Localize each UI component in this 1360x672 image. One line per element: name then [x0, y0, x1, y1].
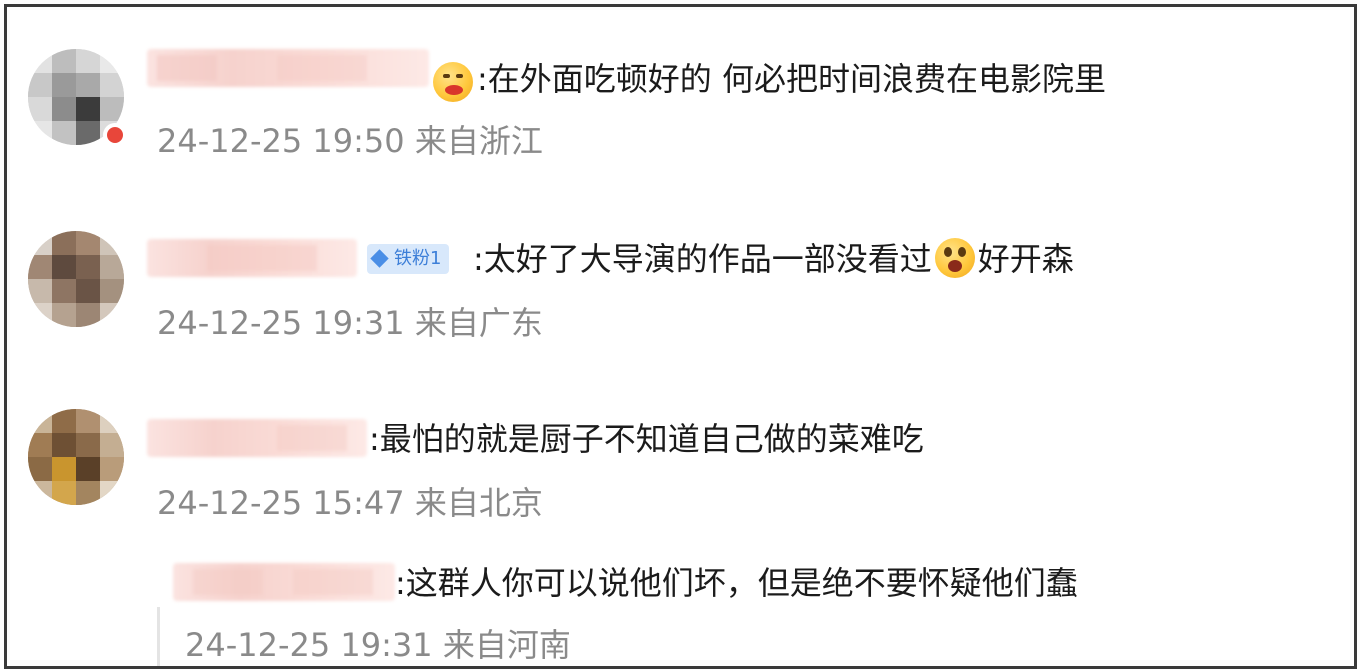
username-blurred[interactable] [173, 563, 395, 601]
comment-text-part1: :太好了大导演的作品一部没看过 [473, 240, 932, 278]
location: 来自北京 [414, 484, 543, 522]
comment-meta: 24-12-25 19:50 来自浙江 [157, 121, 543, 161]
comment-text-part2: 好开森 [977, 240, 1074, 278]
comment-text: :最怕的就是厨子不知道自己做的菜难吃 [369, 420, 924, 458]
timestamp: 24-12-25 19:50 [157, 122, 405, 160]
comment-screenshot-frame: :在外面吃顿好的 何必把时间浪费在电影院里 24-12-25 19:50 来自浙… [4, 4, 1357, 669]
comment-text: :在外面吃顿好的 何必把时间浪费在电影院里 [477, 60, 1106, 98]
drooling-face-icon [433, 62, 473, 102]
comment-meta: 24-12-25 19:31 来自广东 [157, 303, 543, 343]
timestamp: 24-12-25 19:31 [157, 304, 405, 342]
location: 来自广东 [414, 304, 543, 342]
reply-indent-line [157, 607, 160, 666]
username-blurred[interactable] [147, 49, 429, 87]
comment-meta: 24-12-25 15:47 来自北京 [157, 483, 543, 523]
username-blurred[interactable] [147, 419, 367, 457]
surprised-face-icon [934, 238, 976, 278]
diamond-icon [370, 249, 389, 268]
fan-level-label: 铁粉1 [394, 248, 442, 269]
fan-level-badge: 铁粉1 [367, 244, 450, 274]
avatar[interactable] [28, 409, 124, 505]
reply-meta: 24-12-25 19:31 来自河南 [185, 625, 571, 665]
reply-text: :这群人你可以说他们坏，但是绝不要怀疑他们蠢 [395, 564, 1078, 602]
avatar[interactable] [28, 231, 124, 327]
location: 来自河南 [442, 626, 571, 664]
comment-text: :太好了大导演的作品一部没看过 好开森 [473, 237, 1074, 281]
verified-badge-icon [103, 123, 127, 147]
timestamp: 24-12-25 15:47 [157, 484, 405, 522]
username-blurred[interactable] [147, 239, 357, 277]
timestamp: 24-12-25 19:31 [185, 626, 433, 664]
location: 来自浙江 [414, 122, 543, 160]
